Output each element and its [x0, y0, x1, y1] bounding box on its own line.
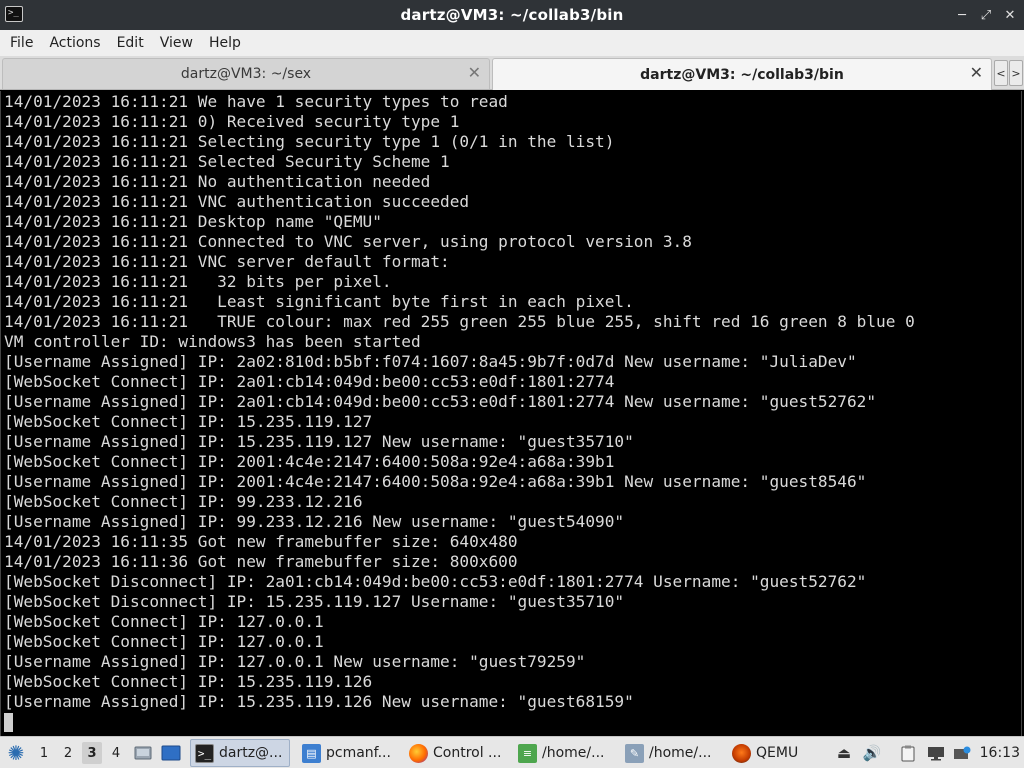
minimize-icon[interactable]: ─ — [952, 6, 972, 24]
terminal-line: [Username Assigned] IP: 2a01:cb14:049d:b… — [4, 392, 877, 411]
clock[interactable]: 16:13 — [980, 742, 1020, 764]
terminal-cursor — [4, 713, 13, 732]
terminal-line: 14/01/2023 16:11:21 We have 1 security t… — [4, 92, 508, 111]
firefox-icon — [409, 743, 428, 763]
terminal-line: 14/01/2023 16:11:21 VNC authentication s… — [4, 192, 470, 211]
start-menu-icon[interactable]: ✺ — [4, 741, 28, 765]
clipboard-icon[interactable] — [898, 742, 918, 764]
menu-file[interactable]: File — [2, 32, 41, 54]
terminal-line: [WebSocket Connect] IP: 127.0.0.1 — [4, 632, 324, 651]
terminal-line: [WebSocket Connect] IP: 15.235.119.127 — [4, 412, 373, 431]
image-viewer-icon: ✎ — [625, 743, 644, 763]
terminal-line: 14/01/2023 16:11:21 0) Received security… — [4, 112, 460, 131]
network-icon[interactable] — [952, 742, 972, 764]
task-pcmanfm[interactable]: ▤ pcmanf... — [298, 739, 398, 767]
menu-help[interactable]: Help — [201, 32, 249, 54]
tab-scroll-left-icon[interactable]: < — [994, 60, 1008, 86]
window-title: dartz@VM3: ~/collab3/bin — [400, 6, 624, 24]
tab-close-icon[interactable]: ✕ — [468, 65, 481, 81]
menu-view[interactable]: View — [152, 32, 201, 54]
text-editor-icon: ≡ — [518, 743, 537, 763]
taskbar: ✺ 1 2 3 4 >_ dartz@... ▤ pcmanf... Contr… — [0, 736, 1024, 768]
terminal-line: 14/01/2023 16:11:21 Selected Security Sc… — [4, 152, 450, 171]
workspace-3[interactable]: 3 — [82, 742, 102, 764]
terminal-line: 14/01/2023 16:11:21 No authentication ne… — [4, 172, 431, 191]
terminal-line: [WebSocket Connect] IP: 2a01:cb14:049d:b… — [4, 372, 615, 391]
terminal-line: [WebSocket Connect] IP: 127.0.0.1 — [4, 612, 324, 631]
task-label: dartz@... — [219, 745, 283, 761]
terminal-lines: 14/01/2023 16:11:21 We have 1 security t… — [4, 92, 915, 712]
tab-close-icon[interactable]: ✕ — [970, 65, 983, 81]
display-icon[interactable] — [926, 742, 946, 764]
eject-icon[interactable]: ⏏ — [834, 742, 854, 764]
workspace-1[interactable]: 1 — [34, 742, 54, 764]
terminal-line: [WebSocket Connect] IP: 99.233.12.216 — [4, 492, 363, 511]
terminal-line: [WebSocket Connect] IP: 2001:4c4e:2147:6… — [4, 452, 615, 471]
folder-icon: ▤ — [302, 743, 321, 763]
menubar: File Actions Edit View Help — [0, 30, 1024, 56]
terminal-line: 14/01/2023 16:11:21 VNC server default f… — [4, 252, 450, 271]
terminal-line: VM controller ID: windows3 has been star… — [4, 332, 421, 351]
tab-sex[interactable]: dartz@VM3: ~/sex ✕ — [2, 58, 490, 89]
task-label: pcmanf... — [326, 745, 391, 761]
terminal-output[interactable]: 14/01/2023 16:11:21 We have 1 security t… — [0, 91, 1022, 736]
workspace-2[interactable]: 2 — [58, 742, 78, 764]
task-firefox[interactable]: Control ... — [405, 739, 509, 767]
task-image-viewer[interactable]: ✎ /home/... — [621, 739, 723, 767]
terminal-line: 14/01/2023 16:11:21 32 bits per pixel. — [4, 272, 392, 291]
qemu-icon — [732, 743, 751, 763]
tab-scroll-right-icon[interactable]: > — [1009, 60, 1023, 86]
tab-bar: dartz@VM3: ~/sex ✕ dartz@VM3: ~/collab3/… — [0, 56, 1024, 90]
tab-collab3-bin[interactable]: dartz@VM3: ~/collab3/bin ✕ — [492, 58, 992, 90]
terminal-line: [Username Assigned] IP: 15.235.119.126 N… — [4, 692, 634, 711]
task-label: Control ... — [433, 745, 502, 761]
task-text-editor[interactable]: ≡ /home/... — [514, 739, 616, 767]
task-label: /home/... — [649, 745, 712, 761]
menu-actions[interactable]: Actions — [41, 32, 108, 54]
terminal-line: [Username Assigned] IP: 15.235.119.127 N… — [4, 432, 634, 451]
terminal-line: [Username Assigned] IP: 2a02:810d:b5bf:f… — [4, 352, 857, 371]
task-qemu[interactable]: QEMU — [728, 739, 804, 767]
terminal-app-icon: >_ — [5, 6, 23, 22]
workspace-4[interactable]: 4 — [106, 742, 126, 764]
tab-label: dartz@VM3: ~/collab3/bin — [640, 66, 844, 83]
terminal-line: [WebSocket Disconnect] IP: 2a01:cb14:049… — [4, 572, 867, 591]
window-switcher-icon[interactable] — [160, 742, 182, 764]
tab-label: dartz@VM3: ~/sex — [180, 66, 312, 82]
terminal-line: 14/01/2023 16:11:21 Selecting security t… — [4, 132, 615, 151]
terminal-line: 14/01/2023 16:11:21 Least significant by… — [4, 292, 634, 311]
terminal-line: [Username Assigned] IP: 99.233.12.216 Ne… — [4, 512, 625, 531]
menu-edit[interactable]: Edit — [109, 32, 152, 54]
terminal-line: [WebSocket Disconnect] IP: 15.235.119.12… — [4, 592, 625, 611]
volume-icon[interactable]: 🔊 — [862, 742, 882, 764]
terminal-line: 14/01/2023 16:11:21 Connected to VNC ser… — [4, 232, 692, 251]
window-titlebar[interactable]: >_ dartz@VM3: ~/collab3/bin ─ ⤢ ✕ — [0, 0, 1024, 30]
terminal-line: 14/01/2023 16:11:36 Got new framebuffer … — [4, 552, 518, 571]
task-terminal[interactable]: >_ dartz@... — [190, 739, 290, 767]
terminal-line: 14/01/2023 16:11:21 TRUE colour: max red… — [4, 312, 915, 331]
task-label: /home/... — [542, 745, 605, 761]
maximize-icon[interactable]: ⤢ — [976, 6, 996, 24]
terminal-icon: >_ — [195, 743, 214, 763]
terminal-line: [Username Assigned] IP: 2001:4c4e:2147:6… — [4, 472, 867, 491]
terminal-line: [Username Assigned] IP: 127.0.0.1 New us… — [4, 652, 586, 671]
close-icon[interactable]: ✕ — [1000, 6, 1020, 24]
task-label: QEMU — [756, 745, 799, 761]
terminal-line: 14/01/2023 16:11:21 Desktop name "QEMU" — [4, 212, 382, 231]
show-desktop-icon[interactable] — [132, 742, 154, 764]
terminal-line: 14/01/2023 16:11:35 Got new framebuffer … — [4, 532, 518, 551]
terminal-line: [WebSocket Connect] IP: 15.235.119.126 — [4, 672, 373, 691]
